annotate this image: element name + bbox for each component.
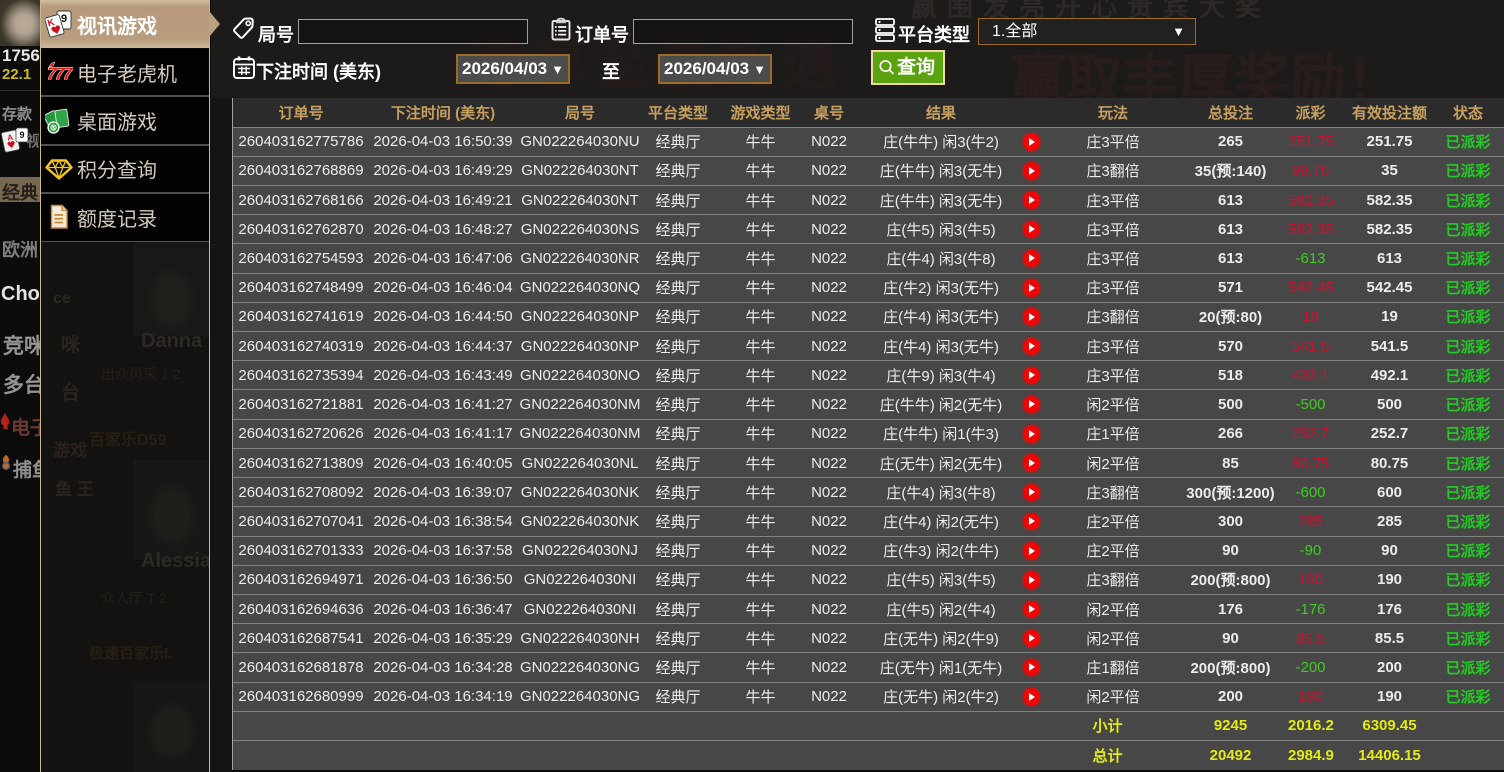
svg-text:视: 视: [26, 132, 39, 150]
svg-text:$: $: [52, 126, 55, 132]
svg-text:777: 777: [47, 64, 73, 83]
svg-text:9: 9: [19, 130, 24, 140]
